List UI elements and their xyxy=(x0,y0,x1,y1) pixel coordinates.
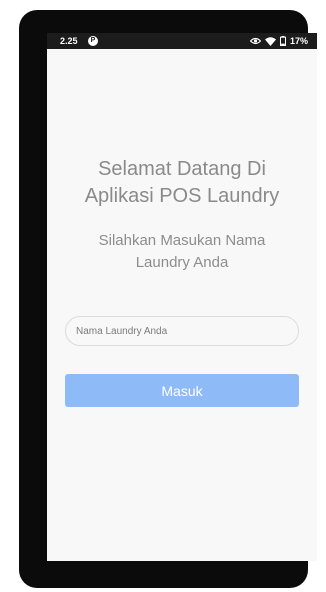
phone-frame: 2.25 P 17% Selamat Datang Di Aplikasi PO… xyxy=(19,10,317,588)
status-bar: 2.25 P 17% xyxy=(47,33,317,49)
wifi-icon xyxy=(264,36,276,46)
masuk-button[interactable]: Masuk xyxy=(65,374,299,407)
battery-percent: 17% xyxy=(289,36,308,46)
welcome-subtitle: Silahkan Masukan Nama Laundry Anda xyxy=(47,230,317,274)
welcome-title: Selamat Datang Di Aplikasi POS Laundry xyxy=(47,156,317,210)
welcome-subtitle-line2: Laundry Anda xyxy=(135,254,229,271)
status-time: 2.25 xyxy=(60,36,78,46)
battery-icon xyxy=(279,36,286,46)
welcome-title-line2: Aplikasi POS Laundry xyxy=(84,185,280,207)
eye-icon xyxy=(249,37,261,45)
welcome-title-line1: Selamat Datang Di xyxy=(98,158,266,180)
app-screen: 2.25 P 17% Selamat Datang Di Aplikasi PO… xyxy=(47,33,317,561)
status-icons: 17% xyxy=(249,35,308,47)
welcome-subtitle-line1: Silahkan Masukan Nama xyxy=(98,232,266,249)
notification-app-icon: P xyxy=(88,36,98,46)
laundry-name-input[interactable] xyxy=(65,316,299,346)
